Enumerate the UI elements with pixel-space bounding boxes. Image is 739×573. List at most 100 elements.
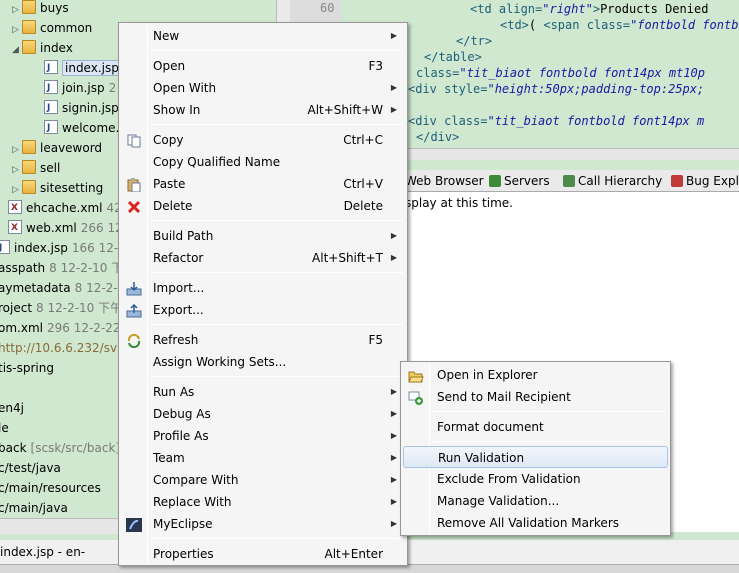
myeclipse-icon [126,517,142,532]
tree-row[interactable]: web.xml266 12 [8,218,123,238]
menu-separator [433,441,666,442]
tree-row[interactable]: ehcache.xml424 [8,198,129,218]
tree-row[interactable]: aymetadata 8 12-2-1 [0,278,125,298]
context-menu: New ▶ Open F3 Open With ▶ Show In Alt+Shift+W ▶ C… [118,22,408,566]
expand-arrow-icon[interactable]: ▷ [12,160,22,180]
tree-item-label: common [40,21,93,35]
menu-item-shortcut: F5 [368,333,383,347]
menu-item-paste[interactable]: Paste Ctrl+V [121,173,405,195]
tree-row[interactable]: ◢ index [12,38,73,58]
menu-item-properties[interactable]: Properties Alt+Enter [121,543,405,565]
tree-row[interactable]: c/main/resources [0,478,101,498]
tree-row[interactable]: roject 8 12-2-10 下午 [0,298,122,318]
submenu-arrow-icon: ▶ [390,253,397,262]
tree-row[interactable]: ▷ buys [12,0,69,18]
menu-item-build-path[interactable]: Build Path ▶ [121,225,405,247]
expand-arrow-icon[interactable]: ▷ [12,140,22,160]
expand-arrow-icon[interactable]: ▷ [12,20,22,40]
menu-item-send-to-mail-recipient[interactable]: Send to Mail Recipient [403,386,668,408]
view-tab-bar: Web Browser Servers Call Hierarchy Bug Expl [390,170,739,192]
menu-item-new[interactable]: New ▶ [121,25,405,47]
code-token: "tit_biaot fontbold font14px m [487,114,705,128]
menu-item-run-validation[interactable]: Run Validation [403,446,668,468]
code-token: <span class= [543,18,631,32]
tab-bug-expl[interactable]: Bug Expl [668,172,739,191]
tree-row[interactable]: http://10.6.6.232/svn/ [0,338,129,358]
tree-row[interactable]: asspath 8 12-2-10 下 [0,258,123,278]
menu-item-import[interactable]: Import... [121,277,405,299]
menu-item-label: Team [153,451,185,465]
call-hierarchy-icon [563,175,575,187]
tree-row[interactable]: index.jsp [44,58,122,78]
tree-row[interactable]: signin.jsp [44,98,119,118]
xml-file-icon [8,218,22,238]
tree-item-label: leaveword [40,141,103,155]
tree-row[interactable]: welcome. [44,118,119,138]
menu-separator [151,50,403,51]
code-token: </div> [416,130,460,144]
expand-arrow-icon[interactable]: ◢ [12,40,22,60]
menu-item-refresh[interactable]: Refresh F5 [121,329,405,351]
menu-item-manage-validation[interactable]: Manage Validation... [403,490,668,512]
menu-item-shortcut: F3 [368,59,383,73]
menu-item-label: Run As [153,385,195,399]
menu-separator [151,220,403,221]
paste-icon [126,177,142,193]
tree-row[interactable]: ▷ sell [12,158,60,178]
menu-item-format-document[interactable]: Format document [403,416,668,438]
menu-item-export[interactable]: Export... [121,299,405,321]
menu-item-show-in[interactable]: Show In Alt+Shift+W ▶ [121,99,405,121]
tree-row[interactable]: en4j [0,398,24,418]
tree-row[interactable]: join.jsp2 [44,78,116,98]
folder-icon [22,160,36,174]
tab-label: Servers [504,174,550,188]
tree-row[interactable]: ▷ leaveword [12,138,102,158]
menu-item-compare-with[interactable]: Compare With ▶ [121,469,405,491]
menu-item-copy-qualified-name[interactable]: Copy Qualified Name [121,151,405,173]
menu-separator [433,411,666,412]
tree-row[interactable]: om.xml 296 12-2-22 [0,318,121,338]
tree-row[interactable]: tis-spring [0,358,54,378]
tree-row[interactable]: c/main/java [0,498,68,518]
menu-item-debug-as[interactable]: Debug As ▶ [121,403,405,425]
menu-item-label: Refresh [153,333,199,347]
tree-row[interactable]: le [0,418,9,438]
jsp-file-icon [44,78,58,98]
menu-item-open-in-explorer[interactable]: Open in Explorer [403,364,668,386]
menu-item-remove-all-validation-markers[interactable]: Remove All Validation Markers [403,512,668,534]
code-line: </tr> [456,33,492,49]
code-token: ( [528,18,544,32]
tree-row[interactable]: back [scsk/src/back] [0,438,120,458]
tab-web-browser[interactable]: Web Browser [402,172,487,191]
menu-item-run-as[interactable]: Run As ▶ [121,381,405,403]
submenu-arrow-icon: ▶ [390,497,397,506]
tree-item-label: aymetadata [0,281,71,295]
jsp-file-icon [44,118,58,138]
menu-item-refactor[interactable]: Refactor Alt+Shift+T ▶ [121,247,405,269]
menu-item-open-with[interactable]: Open With ▶ [121,77,405,99]
tree-row[interactable]: c/test/java [0,458,61,478]
menu-item-open[interactable]: Open F3 [121,55,405,77]
menu-item-copy[interactable]: Copy Ctrl+C [121,129,405,151]
tree-item-meta: [scsk/src/back] [30,441,121,455]
folder-icon [22,180,36,194]
code-token: <div style= [408,82,488,96]
tree-row[interactable]: index.jsp166 12-2 [0,238,126,258]
menu-item-delete[interactable]: Delete Delete [121,195,405,217]
menu-item-team[interactable]: Team ▶ [121,447,405,469]
menu-item-replace-with[interactable]: Replace With ▶ [121,491,405,513]
refresh-icon [126,333,142,349]
menu-item-shortcut: Ctrl+V [343,177,383,191]
folder-icon [22,0,36,14]
menu-separator [151,538,403,539]
expand-arrow-icon[interactable]: ▷ [12,0,22,20]
menu-item-assign-working-sets[interactable]: Assign Working Sets... [121,351,405,373]
tree-row[interactable]: ▷ sitesetting [12,178,103,198]
tree-row[interactable]: ▷ common [12,18,92,38]
menu-item-myeclipse[interactable]: MyEclipse ▶ [121,513,405,535]
tab-call-hierarchy[interactable]: Call Hierarchy [560,172,665,191]
menu-item-profile-as[interactable]: Profile As ▶ [121,425,405,447]
tab-servers[interactable]: Servers [486,172,553,191]
expand-arrow-icon[interactable]: ▷ [12,180,22,200]
menu-item-exclude-from-validation[interactable]: Exclude From Validation [403,468,668,490]
